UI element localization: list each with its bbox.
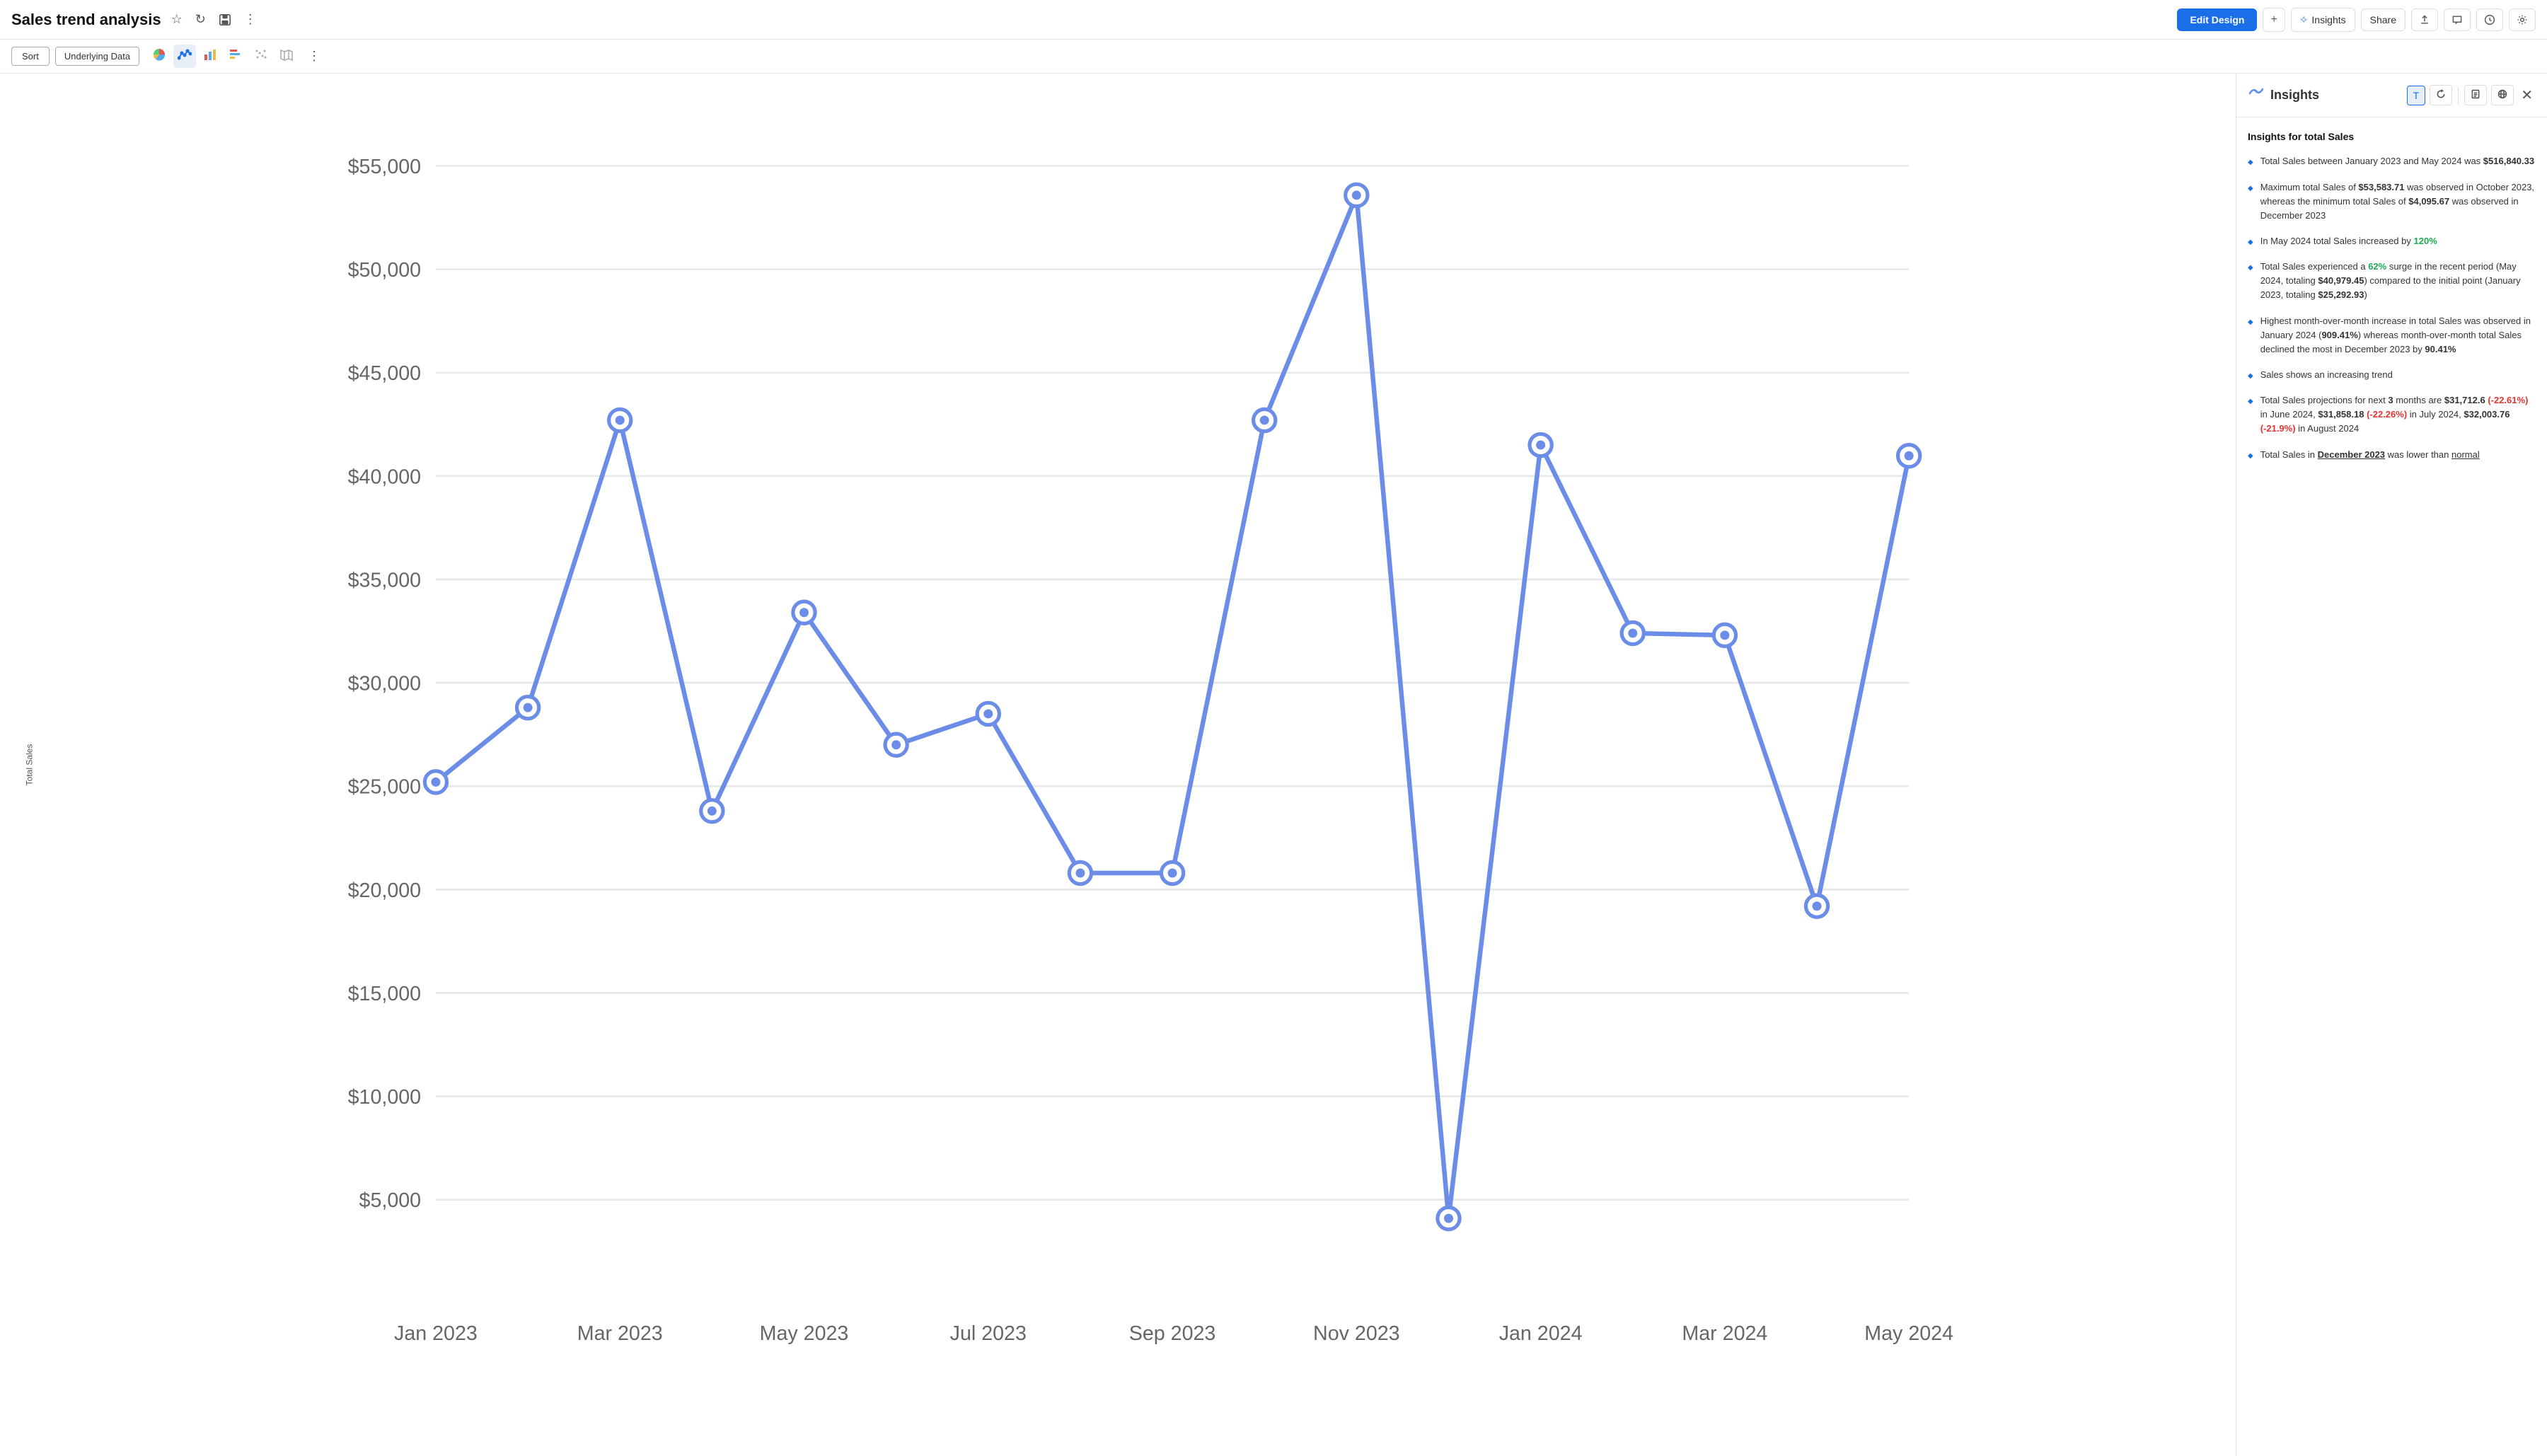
svg-text:Jan 2023: Jan 2023 [394, 1322, 478, 1345]
refresh-button[interactable]: ↻ [192, 9, 209, 30]
insight-diamond-6: ◆ [2248, 371, 2253, 382]
chart-area: Total Sales $55,000 $50,000 $45,000 $40,000… [0, 74, 2236, 1456]
insights-header-icon: ⟡ [2300, 13, 2308, 26]
svg-text:$30,000: $30,000 [348, 673, 421, 695]
svg-text:May 2023: May 2023 [760, 1322, 849, 1345]
svg-text:Mar 2023: Mar 2023 [577, 1322, 663, 1345]
insight-item-6: ◆ Sales shows an increasing trend [2248, 368, 2536, 382]
app-title: Sales trend analysis [11, 11, 161, 29]
svg-text:$10,000: $10,000 [348, 1086, 421, 1109]
add-button[interactable]: + [2263, 8, 2285, 32]
underlying-data-button[interactable]: Underlying Data [55, 47, 139, 66]
insights-panel: Insights T [2236, 74, 2547, 1456]
chart-toolbar: Sort Underlying Data [0, 40, 2547, 74]
comment-button[interactable] [2444, 8, 2471, 31]
svg-text:Nov 2023: Nov 2023 [1313, 1322, 1400, 1345]
more-options-button[interactable]: ⋮ [241, 9, 260, 30]
chart-type-hbar[interactable] [224, 45, 247, 68]
favorite-button[interactable]: ☆ [168, 9, 185, 30]
insights-panel-icon [2248, 85, 2265, 106]
insights-doc-btn[interactable] [2464, 85, 2487, 105]
insights-body: Insights for total Sales ◆ Total Sales b… [2236, 117, 2547, 485]
insight-text-7: Total Sales projections for next 3 month… [2260, 393, 2536, 436]
insight-text-3: In May 2024 total Sales increased by 120… [2260, 234, 2437, 248]
insights-text-btn[interactable]: T [2407, 86, 2426, 105]
svg-text:Mar 2024: Mar 2024 [1682, 1322, 1767, 1345]
insights-toolbar: T [2407, 83, 2536, 107]
insight-diamond-4: ◆ [2248, 262, 2253, 302]
svg-text:Jul 2023: Jul 2023 [950, 1322, 1027, 1345]
chart-type-pie[interactable] [148, 45, 171, 68]
insight-diamond-5: ◆ [2248, 317, 2253, 357]
insights-section-title: Insights for total Sales [2248, 129, 2536, 144]
svg-text:Sep 2023: Sep 2023 [1129, 1322, 1216, 1345]
save-button[interactable] [216, 11, 234, 29]
insight-item-5: ◆ Highest month-over-month increase in t… [2248, 314, 2536, 357]
insights-header-button[interactable]: ⟡ Insights [2291, 8, 2355, 32]
insights-globe-btn[interactable] [2491, 85, 2514, 105]
insights-title: Insights [2248, 85, 2319, 106]
upload-button[interactable] [2411, 8, 2438, 31]
insight-diamond-8: ◆ [2248, 451, 2253, 462]
edit-design-button[interactable]: Edit Design [2177, 8, 2257, 31]
insight-text-4: Total Sales experienced a 62% surge in t… [2260, 260, 2536, 302]
insights-panel-header: Insights T [2236, 74, 2547, 117]
svg-text:Jan 2024: Jan 2024 [1499, 1322, 1583, 1345]
insight-diamond-1: ◆ [2248, 157, 2253, 168]
insight-item-2: ◆ Maximum total Sales of $53,583.71 was … [2248, 180, 2536, 223]
insight-text-6: Sales shows an increasing trend [2260, 368, 2393, 382]
svg-text:$25,000: $25,000 [348, 776, 421, 799]
svg-text:$15,000: $15,000 [348, 983, 421, 1005]
insight-item-4: ◆ Total Sales experienced a 62% surge in… [2248, 260, 2536, 302]
sort-button[interactable]: Sort [11, 47, 50, 66]
insight-text-1: Total Sales between January 2023 and May… [2260, 154, 2534, 168]
header-right: Edit Design + ⟡ Insights Share [2177, 8, 2536, 32]
svg-text:$35,000: $35,000 [348, 569, 421, 591]
svg-text:$55,000: $55,000 [348, 156, 421, 178]
svg-text:$20,000: $20,000 [348, 879, 421, 902]
chart-type-map[interactable] [275, 45, 298, 68]
insight-diamond-2: ◆ [2248, 183, 2253, 223]
insight-item-3: ◆ In May 2024 total Sales increased by 1… [2248, 234, 2536, 248]
share-button[interactable]: Share [2361, 8, 2406, 31]
insight-text-2: Maximum total Sales of $53,583.71 was ob… [2260, 180, 2536, 223]
header-left: Sales trend analysis ☆ ↻ ⋮ [11, 9, 260, 30]
insight-diamond-3: ◆ [2248, 237, 2253, 248]
y-axis-label: Total Sales [24, 744, 34, 786]
chart-type-selector [148, 45, 298, 68]
svg-text:$50,000: $50,000 [348, 259, 421, 282]
chart-type-scatter[interactable] [250, 45, 272, 68]
svg-text:May 2024: May 2024 [1864, 1322, 1953, 1345]
insight-item-7: ◆ Total Sales projections for next 3 mon… [2248, 393, 2536, 436]
insight-item-1: ◆ Total Sales between January 2023 and M… [2248, 154, 2536, 168]
main-content: Total Sales $55,000 $50,000 $45,000 $40,000… [0, 74, 2547, 1456]
insight-item-8: ◆ Total Sales in December 2023 was lower… [2248, 448, 2536, 462]
insights-close-button[interactable]: ✕ [2518, 83, 2536, 107]
insights-divider [2458, 87, 2459, 104]
insights-refresh-btn[interactable] [2430, 85, 2452, 105]
settings-button[interactable] [2509, 8, 2536, 31]
history-button[interactable] [2476, 8, 2503, 31]
svg-text:$5,000: $5,000 [359, 1189, 422, 1212]
insight-diamond-7: ◆ [2248, 396, 2253, 436]
chart-type-line[interactable] [173, 45, 196, 68]
chart-type-bar[interactable] [199, 45, 221, 68]
line-chart: $55,000 $50,000 $45,000 $40,000 $35,000 $30,0… [50, 88, 2222, 1414]
insight-text-5: Highest month-over-month increase in tot… [2260, 314, 2536, 357]
insight-text-8: Total Sales in December 2023 was lower t… [2260, 448, 2480, 462]
svg-text:$40,000: $40,000 [348, 466, 421, 488]
app-header: Sales trend analysis ☆ ↻ ⋮ Edit Design +… [0, 0, 2547, 40]
toolbar-more-button[interactable]: ⋮ [304, 46, 325, 67]
svg-text:$45,000: $45,000 [348, 362, 421, 385]
insights-panel-title: Insights [2270, 88, 2319, 103]
